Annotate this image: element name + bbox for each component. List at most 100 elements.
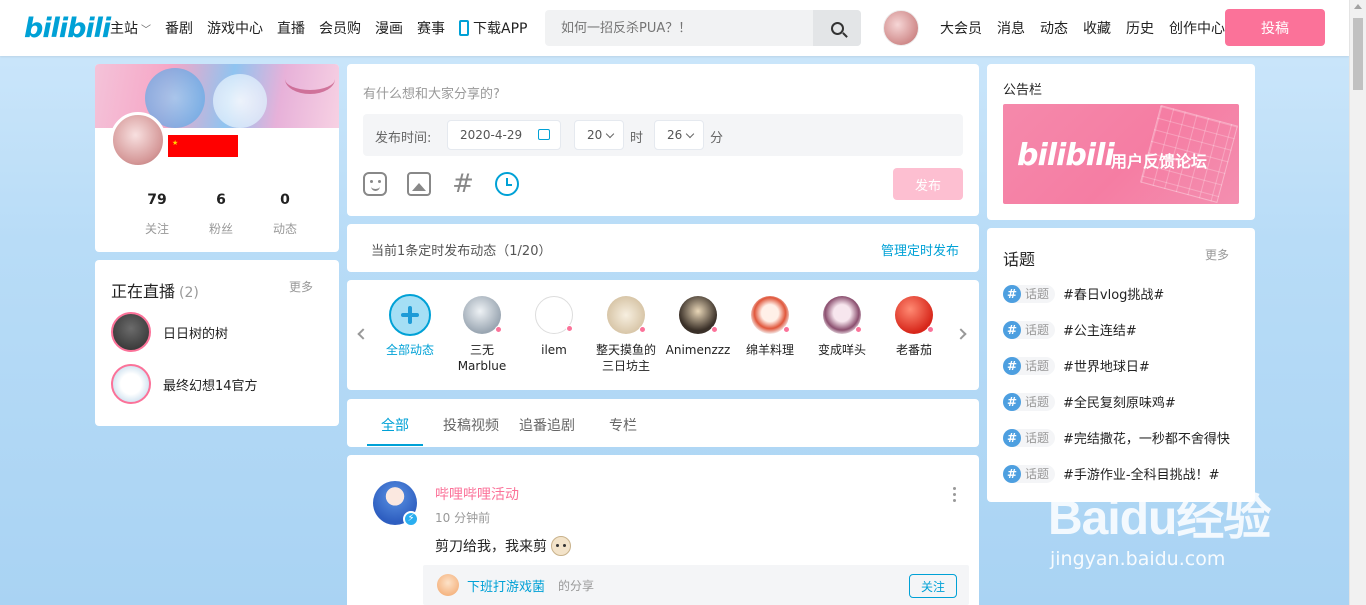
following-user[interactable]: Animenzzz — [662, 296, 734, 358]
topic-item[interactable]: # 话题 #春日vlog挑战# — [1003, 284, 1243, 303]
shared-card[interactable]: 下班打游戏菌 的分享 关注 — [423, 565, 969, 605]
nav-member-shop[interactable]: 会员购 — [319, 18, 361, 38]
feed-username[interactable]: 哔哩哔哩活动 — [435, 484, 519, 504]
composer-toolbar: # — [363, 171, 539, 197]
live-item[interactable]: 日日树的树 — [111, 312, 228, 352]
top-navigation: bilibili 主站 ﹀ 番剧 游戏中心 直播 会员购 漫画 赛事 下载APP … — [0, 0, 1349, 56]
nav-dynamics[interactable]: 动态 — [1040, 18, 1068, 38]
tab-videos[interactable]: 投稿视频 — [443, 415, 499, 435]
share-user-avatar[interactable] — [437, 574, 459, 596]
user-avatar — [679, 296, 718, 334]
tab-bangumi[interactable]: 追番追剧 — [519, 415, 575, 435]
chevron-right-icon[interactable] — [955, 328, 967, 340]
page-scrollbar[interactable] — [1349, 0, 1366, 605]
emoji-icon[interactable] — [363, 172, 387, 196]
nav-main-site[interactable]: 主站 ﹀ — [110, 18, 151, 38]
profile-stats: 79 关注 6 粉丝 0 动态 — [125, 192, 325, 237]
feed-time[interactable]: 10 分钟前 — [435, 509, 490, 526]
user-avatar — [607, 296, 646, 334]
nav-left: 主站 ﹀ 番剧 游戏中心 直播 会员购 漫画 赛事 下载APP — [110, 0, 541, 56]
topic-item[interactable]: # 话题 #公主连结# — [1003, 320, 1243, 339]
share-username[interactable]: 下班打游戏菌 — [467, 576, 545, 595]
minute-select[interactable]: 26 — [654, 120, 704, 150]
nav-manga[interactable]: 漫画 — [375, 18, 403, 38]
search-input[interactable] — [545, 10, 813, 46]
user-avatar — [463, 296, 502, 334]
bilibili-logo[interactable]: bilibili — [24, 10, 111, 46]
more-options-icon[interactable] — [953, 487, 957, 505]
scroll-up-arrow[interactable] — [1354, 4, 1362, 9]
topic-item[interactable]: # 话题 #世界地球日# — [1003, 356, 1243, 375]
stat-followers[interactable]: 6 粉丝 — [189, 192, 253, 237]
hour-select[interactable]: 20 — [574, 120, 624, 150]
user-avatar[interactable] — [883, 10, 919, 46]
nav-game-center[interactable]: 游戏中心 — [207, 18, 263, 38]
upload-button[interactable]: 投稿 — [1225, 9, 1325, 46]
nav-favorites[interactable]: 收藏 — [1083, 18, 1111, 38]
topics-more-link[interactable]: 更多 — [1205, 246, 1229, 263]
search-bar — [545, 10, 861, 46]
feed-item: ⚡ 哔哩哔哩活动 10 分钟前 剪刀给我，我来剪 下班打游戏菌 的分享 关注 — [347, 455, 979, 605]
profile-avatar[interactable] — [110, 112, 166, 168]
tab-all[interactable]: 全部 — [381, 415, 409, 435]
topic-badge: # 话题 — [1003, 428, 1056, 447]
following-user[interactable]: 老番茄 — [878, 296, 950, 358]
following-all[interactable]: 全部动态 — [374, 294, 446, 358]
nav-creator-center[interactable]: 创作中心 — [1169, 18, 1225, 38]
chevron-left-icon[interactable] — [357, 328, 369, 340]
user-avatar — [823, 296, 862, 334]
schedule-clock-icon[interactable] — [495, 172, 519, 196]
profile-card: ★ 79 关注 6 粉丝 0 动态 — [95, 64, 339, 252]
nav-esports[interactable]: 赛事 — [417, 18, 445, 38]
date-picker[interactable]: 2020-4-29 — [447, 120, 561, 150]
nav-right: 大会员 消息 动态 收藏 历史 创作中心 — [940, 0, 1240, 56]
live-more-link[interactable]: 更多 — [289, 278, 313, 295]
nav-download-app[interactable]: 下载APP — [459, 18, 527, 38]
tab-articles[interactable]: 专栏 — [609, 415, 637, 435]
stat-following[interactable]: 79 关注 — [125, 192, 189, 237]
nav-anime[interactable]: 番剧 — [165, 18, 193, 38]
chevron-down-icon: ﹀ — [141, 24, 151, 36]
hashtag-icon: # — [1003, 356, 1021, 375]
scrollbar-thumb[interactable] — [1353, 18, 1363, 90]
notice-board: 公告栏 bilibili 用户反馈论坛 — [987, 64, 1255, 220]
topic-badge: # 话题 — [1003, 392, 1056, 411]
phone-icon — [459, 20, 469, 36]
manage-scheduled-link[interactable]: 管理定时发布 — [881, 240, 959, 259]
scheduled-posts-bar: 当前1条定时发布动态（1/20） 管理定时发布 — [347, 224, 979, 272]
hashtag-icon[interactable]: # — [451, 171, 475, 197]
following-strip: 全部动态 三无 Marblue ilem 整天摸鱼的 三日坊主 Animenzz… — [347, 280, 979, 390]
image-icon[interactable] — [407, 172, 431, 196]
composer-input[interactable]: 有什么想和大家分享的? — [363, 83, 500, 102]
following-user[interactable]: 三无 Marblue — [446, 296, 518, 374]
live-title: 正在直播 (2) — [111, 282, 199, 301]
hashtag-icon: # — [1003, 284, 1021, 303]
topic-badge: # 话题 — [1003, 356, 1056, 375]
nav-live[interactable]: 直播 — [277, 18, 305, 38]
following-user[interactable]: 绵羊料理 — [734, 296, 806, 358]
publish-button[interactable]: 发布 — [893, 168, 963, 200]
topic-item[interactable]: # 话题 #完结撒花，一秒都不舍得快 — [1003, 428, 1243, 447]
notice-title: 公告栏 — [1003, 83, 1043, 98]
nav-history[interactable]: 历史 — [1126, 18, 1154, 38]
hashtag-icon: # — [1003, 428, 1021, 447]
stat-dynamics[interactable]: 0 动态 — [253, 192, 317, 237]
chevron-down-icon — [685, 129, 695, 139]
live-avatar — [111, 364, 151, 404]
feed-user-avatar[interactable]: ⚡ — [373, 481, 419, 527]
topic-item[interactable]: # 话题 #全民复刻原味鸡# — [1003, 392, 1243, 411]
live-item[interactable]: 最终幻想14官方 — [111, 364, 258, 404]
search-button[interactable] — [813, 10, 861, 46]
live-avatar — [111, 312, 151, 352]
following-user[interactable]: 整天摸鱼的 三日坊主 — [590, 296, 662, 374]
hashtag-icon: # — [1003, 464, 1021, 483]
topics-title: 话题 — [1003, 250, 1036, 269]
feedback-forum-banner[interactable]: bilibili 用户反馈论坛 — [1003, 104, 1239, 204]
user-avatar — [895, 296, 934, 334]
nav-vip[interactable]: 大会员 — [940, 18, 982, 38]
topics-card: 话题 更多 # 话题 #春日vlog挑战# # 话题 #公主连结# # 话题 #世界地… — [987, 228, 1255, 502]
following-user[interactable]: 变成咩头 — [806, 296, 878, 358]
nav-messages[interactable]: 消息 — [997, 18, 1025, 38]
following-user[interactable]: ilem — [518, 296, 590, 358]
follow-button[interactable]: 关注 — [909, 574, 957, 598]
